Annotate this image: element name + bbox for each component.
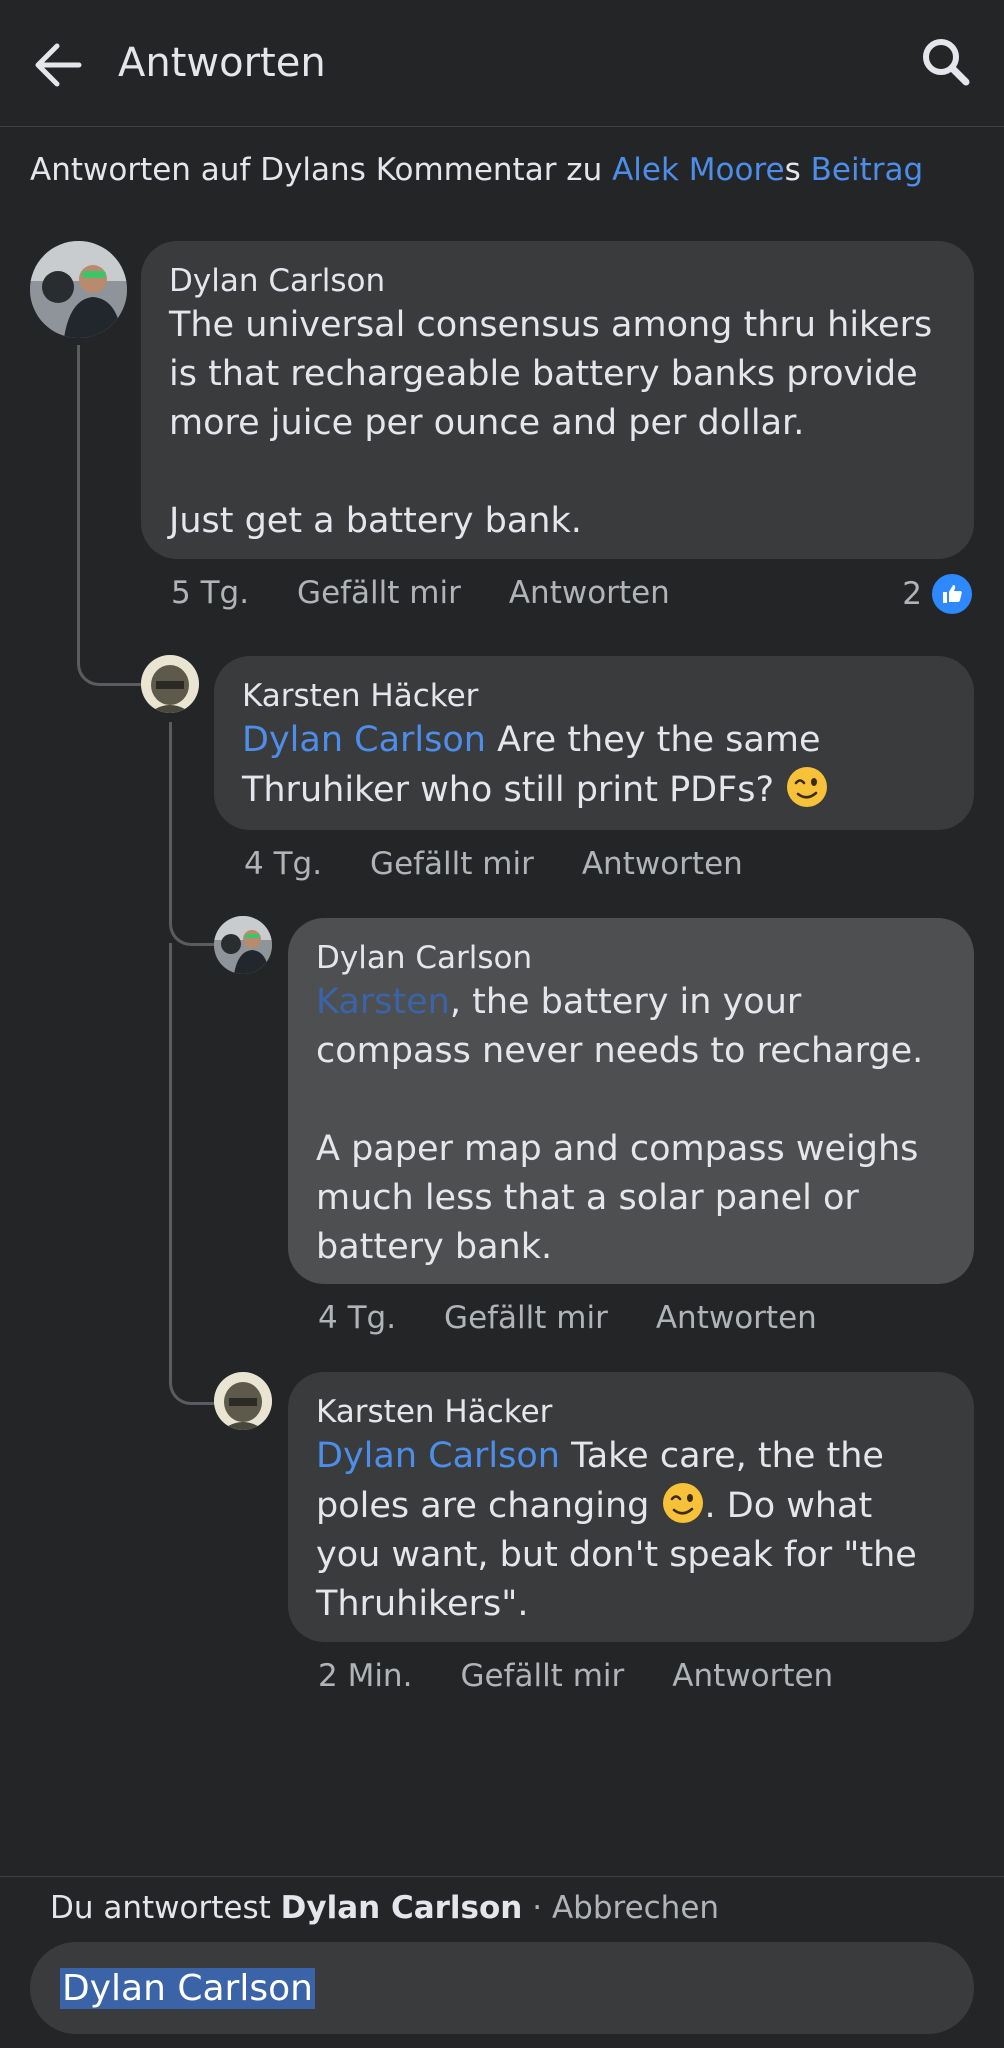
thread-line [169, 722, 217, 946]
comment-body: , the battery in your compass never need… [316, 982, 924, 1267]
replying-to-bar: Du antwortest Dylan Carlson · Abbrechen [50, 1890, 719, 1926]
person-photo-icon [30, 241, 127, 338]
reaction-count: 2 [902, 576, 922, 612]
search-button[interactable] [916, 32, 976, 92]
input-mention-selected[interactable]: Dylan Carlson [60, 1967, 315, 2009]
mention-link[interactable]: Dylan Carlson [316, 1436, 560, 1476]
comment-bubble[interactable]: Karsten Häcker Dylan Carlson Take care, … [288, 1372, 974, 1642]
reaction-summary[interactable]: 2 [902, 572, 974, 616]
back-button[interactable] [28, 35, 88, 95]
comment-text: Karsten, the battery in your compass nev… [316, 978, 946, 1272]
post-link[interactable]: Beitrag [811, 152, 924, 188]
person-photo-icon [214, 1372, 272, 1430]
comment-time: 4 Tg. [244, 846, 323, 882]
avatar[interactable] [214, 916, 272, 974]
like-button[interactable]: Gefällt mir [370, 846, 534, 882]
arrow-left-icon [35, 43, 82, 87]
avatar[interactable] [30, 241, 127, 338]
reply-button[interactable]: Antworten [672, 1658, 833, 1694]
mention-link[interactable]: Karsten [316, 982, 450, 1022]
winking-emoji-icon [787, 767, 828, 807]
winking-emoji-icon [662, 1483, 703, 1523]
post-author-link[interactable]: Alek Moore [612, 152, 785, 188]
comment-author[interactable]: Dylan Carlson [316, 938, 946, 978]
reply-button[interactable]: Antworten [656, 1300, 817, 1336]
top-bar: Antworten [0, 0, 1004, 127]
comment-actions: 5 Tg. Gefällt mir Antworten [171, 575, 718, 611]
comment-bubble[interactable]: Dylan Carlson The universal consensus am… [141, 241, 974, 559]
comment-author[interactable]: Karsten Häcker [242, 676, 946, 716]
cancel-reply-button[interactable]: Abbrechen [552, 1890, 719, 1926]
replying-prefix: Du antwortest [50, 1890, 281, 1926]
thread-line [169, 943, 217, 1405]
context-prefix: Antworten auf Dylans Kommentar zu [30, 152, 613, 188]
comment-bubble-highlighted[interactable]: Dylan Carlson Karsten, the battery in yo… [288, 918, 974, 1284]
comment-author[interactable]: Karsten Häcker [316, 1392, 946, 1432]
comment-text: Dylan Carlson Take care, the the poles a… [316, 1432, 946, 1629]
mention-link[interactable]: Dylan Carlson [242, 720, 486, 760]
avatar[interactable] [141, 655, 199, 713]
search-icon [923, 39, 970, 86]
replying-separator: · [522, 1890, 552, 1926]
context-possessive: s [784, 152, 811, 188]
person-photo-icon [214, 916, 272, 974]
comment-actions: 2 Min. Gefällt mir Antworten [318, 1658, 881, 1694]
reply-button[interactable]: Antworten [509, 575, 670, 611]
like-button[interactable]: Gefällt mir [444, 1300, 608, 1336]
like-button[interactable]: Gefällt mir [297, 575, 461, 611]
comment-bubble[interactable]: Karsten Häcker Dylan Carlson Are they th… [214, 656, 974, 830]
comment-text: Dylan Carlson Are they the same Thruhike… [242, 716, 946, 815]
comment-text: The universal consensus among thru hiker… [169, 305, 933, 541]
comment-time: 5 Tg. [171, 575, 250, 611]
like-button[interactable]: Gefällt mir [460, 1658, 624, 1694]
replying-to-name: Dylan Carlson [280, 1890, 523, 1926]
thread-line [77, 345, 144, 686]
page-title: Antworten [118, 40, 326, 86]
reply-context: Antworten auf Dylans Kommentar zu Alek M… [30, 152, 923, 188]
comment-author[interactable]: Dylan Carlson [169, 261, 946, 301]
comment-actions: 4 Tg. Gefällt mir Antworten [244, 846, 791, 882]
comment-actions: 4 Tg. Gefällt mir Antworten [318, 1300, 865, 1336]
comment-time: 4 Tg. [318, 1300, 397, 1336]
comment-input[interactable]: Dylan Carlson [30, 1942, 974, 2034]
reply-button[interactable]: Antworten [582, 846, 743, 882]
avatar[interactable] [214, 1372, 272, 1430]
person-photo-icon [141, 655, 199, 713]
like-reaction-icon [930, 572, 974, 616]
comment-time: 2 Min. [318, 1658, 413, 1694]
